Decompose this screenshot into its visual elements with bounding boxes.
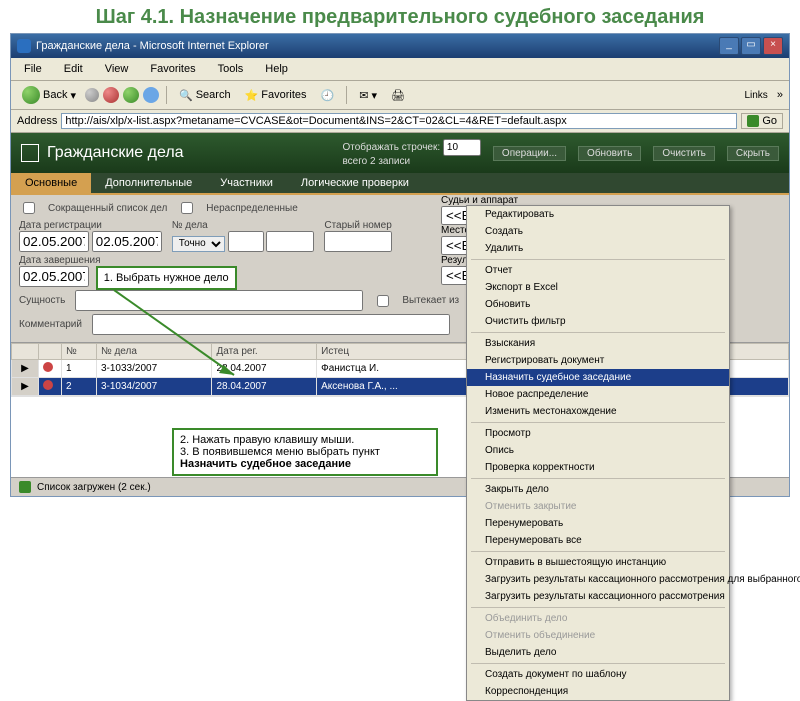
case-n2[interactable] (266, 231, 314, 252)
rows-input[interactable] (443, 139, 481, 156)
page-title: Шаг 4.1. Назначение предварительного суд… (0, 0, 800, 33)
menu-item[interactable]: Новое распределение (467, 386, 729, 403)
doc-icon (43, 362, 53, 372)
menu-item[interactable]: Создать документ по шаблону (467, 666, 729, 683)
stop-button[interactable] (103, 87, 119, 103)
print-button[interactable]: 🖨 (386, 87, 410, 104)
short-list-check[interactable] (23, 202, 35, 214)
menu-item[interactable]: Удалить (467, 240, 729, 257)
menu-item: Объединить дело (467, 610, 729, 627)
refresh-button[interactable] (123, 87, 139, 103)
window-title: Гражданские дела - Microsoft Internet Ex… (36, 40, 269, 52)
app-title: Гражданские дела (47, 144, 184, 162)
refresh-btn[interactable]: Обновить (578, 146, 641, 161)
reg-to[interactable] (92, 231, 162, 252)
menu-item: Отменить объединение (467, 627, 729, 644)
menu-item[interactable]: Экспорт в Excel (467, 279, 729, 296)
menu-item[interactable]: Очистить фильтр (467, 313, 729, 330)
maximize-button[interactable]: ▭ (741, 37, 761, 55)
menu-item[interactable]: Регистрировать документ (467, 352, 729, 369)
ie-icon (17, 39, 31, 53)
callout-2: 2. Нажать правую клавишу мыши. 3. В появ… (172, 428, 438, 476)
history-button[interactable]: 🕘 (316, 87, 340, 104)
hide-btn[interactable]: Скрыть (727, 146, 779, 161)
app-header: Гражданские дела Отображать строчек: все… (11, 133, 789, 173)
menu-view[interactable]: View (100, 61, 134, 77)
menu-item[interactable]: Отправить в вышестоящую инстанцию (467, 554, 729, 571)
menu-item[interactable]: Проверка корректности (467, 459, 729, 476)
status-text: Список загружен (2 сек.) (37, 482, 151, 493)
menu-item[interactable]: Опись (467, 442, 729, 459)
reg-from[interactable] (19, 231, 89, 252)
search-button[interactable]: 🔍 Search (174, 87, 236, 104)
back-button[interactable]: Back ▾ (17, 84, 81, 106)
menu-item[interactable]: Создать (467, 223, 729, 240)
menu-item[interactable]: Обновить (467, 296, 729, 313)
comment-input[interactable] (92, 314, 450, 335)
url-input[interactable] (61, 113, 737, 129)
menu-item[interactable]: Выделить дело (467, 644, 729, 661)
toolbar: Back ▾ 🔍 Search ⭐ Favorites 🕘 ✉ ▾ 🖨 Link… (11, 81, 789, 110)
menu-file[interactable]: File (19, 61, 47, 77)
old-no[interactable] (324, 231, 392, 252)
menu-item[interactable]: Отчет (467, 262, 729, 279)
forward-button[interactable] (85, 88, 99, 102)
menu-tools[interactable]: Tools (213, 61, 249, 77)
menu-help[interactable]: Help (260, 61, 293, 77)
back-icon (22, 86, 40, 104)
menu-item[interactable]: Перенумеровать (467, 515, 729, 532)
context-menu: РедактироватьСоздатьУдалить ОтчетЭкспорт … (466, 205, 730, 701)
tabs: Основные Дополнительные Участники Логиче… (11, 173, 789, 195)
address-label: Address (17, 115, 57, 127)
menu-item[interactable]: Взыскания (467, 335, 729, 352)
links-label[interactable]: Links (738, 90, 773, 101)
menu-item[interactable]: Назначить судебное заседание (467, 369, 729, 386)
mail-button[interactable]: ✉ ▾ (354, 87, 382, 104)
menu-item[interactable]: Просмотр (467, 425, 729, 442)
menu-edit[interactable]: Edit (59, 61, 88, 77)
go-icon (747, 115, 759, 127)
end-from[interactable] (19, 266, 89, 287)
tab-participants[interactable]: Участники (206, 173, 287, 193)
menu-item[interactable]: Загрузить результаты кассационного рассм… (467, 588, 729, 605)
home-button[interactable] (143, 87, 159, 103)
case-n1[interactable] (228, 231, 264, 252)
callout-1: 1. Выбрать нужное дело (96, 266, 237, 290)
flows-check[interactable] (377, 295, 389, 307)
status-icon (19, 481, 31, 493)
menu-item[interactable]: Корреспонденция (467, 683, 729, 700)
exact-select[interactable]: Точно (172, 236, 225, 252)
go-button[interactable]: Go (741, 113, 783, 129)
menu-item[interactable]: Редактировать (467, 206, 729, 223)
menu-favorites[interactable]: Favorites (145, 61, 200, 77)
essence-input[interactable] (75, 290, 363, 311)
menubar: File Edit View Favorites Tools Help (11, 58, 789, 81)
ops-button[interactable]: Операции... (493, 146, 566, 161)
clear-btn[interactable]: Очистить (653, 146, 715, 161)
menu-item: Отменить закрытие (467, 498, 729, 515)
tab-checks[interactable]: Логические проверки (287, 173, 423, 193)
minimize-button[interactable]: _ (719, 37, 739, 55)
menu-item[interactable]: Перенумеровать все (467, 532, 729, 549)
tab-main[interactable]: Основные (11, 173, 91, 193)
home-icon[interactable] (21, 144, 39, 162)
menu-item[interactable]: Загрузить результаты кассационного рассм… (467, 571, 729, 588)
close-button[interactable]: × (763, 37, 783, 55)
tab-additional[interactable]: Дополнительные (91, 173, 206, 193)
menu-item[interactable]: Закрыть дело (467, 481, 729, 498)
favorites-button[interactable]: ⭐ Favorites (240, 87, 312, 104)
doc-icon (43, 380, 53, 390)
unassigned-check[interactable] (181, 202, 193, 214)
menu-item[interactable]: Изменить местонахождение (467, 403, 729, 420)
address-bar: Address Go (11, 110, 789, 133)
titlebar: Гражданские дела - Microsoft Internet Ex… (11, 34, 789, 58)
